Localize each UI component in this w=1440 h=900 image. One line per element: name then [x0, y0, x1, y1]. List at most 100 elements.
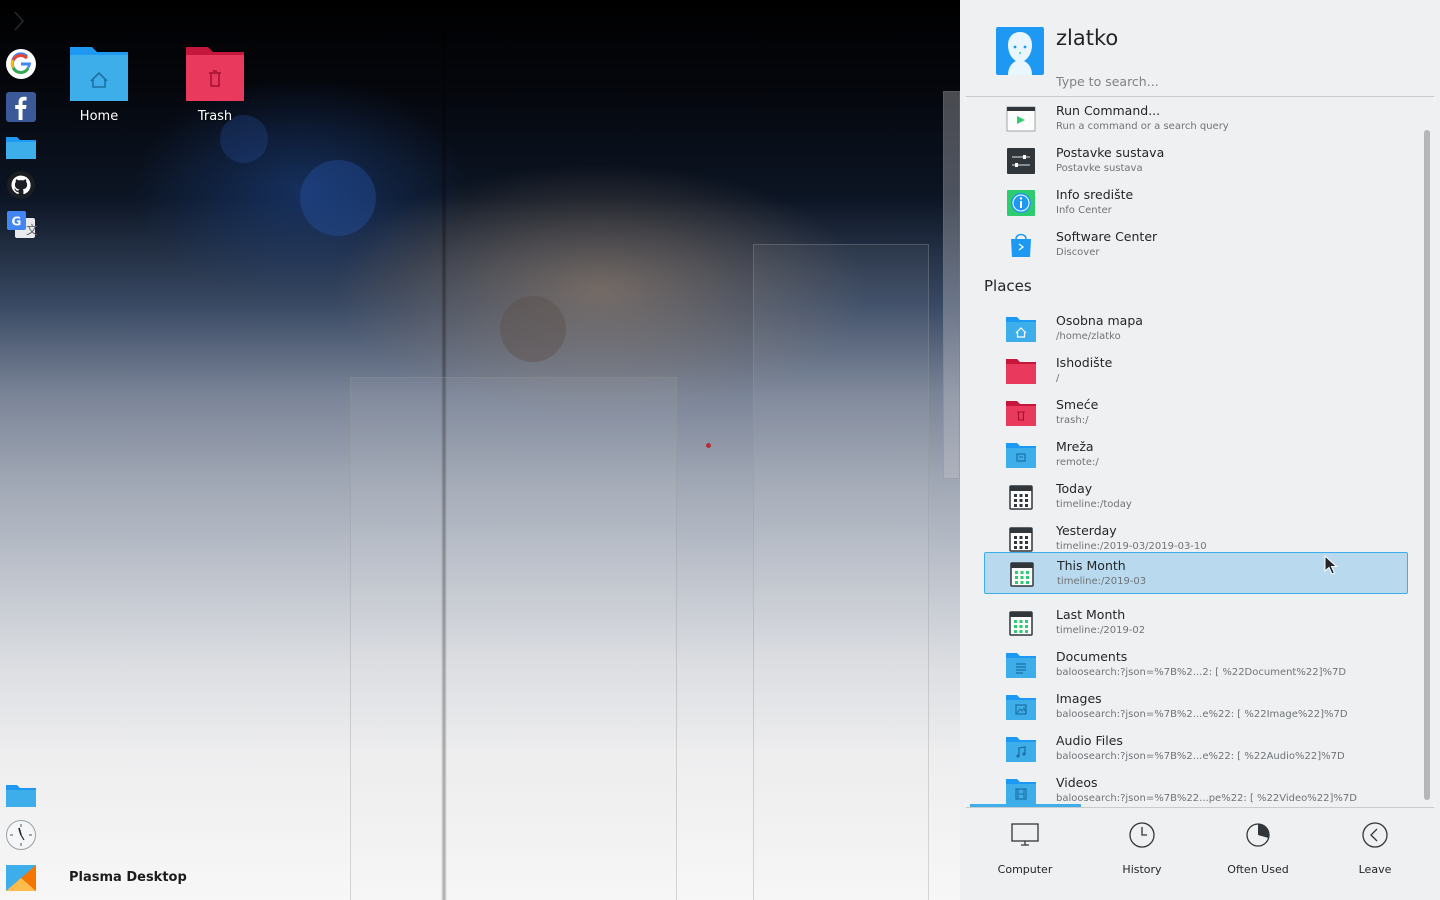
- system-settings-icon: [1006, 147, 1036, 175]
- trash-folder-icon: [1006, 399, 1036, 427]
- list-item[interactable]: Ishodište /: [984, 350, 1408, 392]
- list-item[interactable]: Last Month timeline:/2019-02: [984, 602, 1408, 644]
- list-item-selected[interactable]: This Month timeline:/2019-03: [984, 552, 1408, 594]
- item-subtitle: timeline:/2019-03: [1057, 576, 1147, 587]
- calendar-month-icon: [1007, 560, 1037, 588]
- plasma-icon[interactable]: [5, 862, 37, 894]
- info-center-icon: [1006, 189, 1036, 217]
- desktop-icon-trash[interactable]: Trash: [160, 45, 270, 124]
- google-icon[interactable]: [5, 48, 37, 80]
- avatar[interactable]: [996, 27, 1044, 75]
- left-dock: 文 G: [0, 0, 40, 900]
- clock-icon: [1129, 822, 1155, 848]
- folder-images-icon: [1006, 693, 1036, 721]
- item-subtitle: timeline:/today: [1056, 499, 1132, 510]
- tab-history[interactable]: History: [1087, 818, 1197, 878]
- header-divider: [966, 96, 1434, 97]
- desktop-icon-label: Home: [79, 109, 119, 124]
- item-subtitle: baloosearch:?json=%7B%2...e%22: [ %22Aud…: [1056, 751, 1345, 762]
- item-subtitle: remote:/: [1056, 457, 1099, 468]
- list-item[interactable]: Today timeline:/today: [984, 476, 1408, 518]
- list-item[interactable]: Documents baloosearch:?json=%7B%2...2: […: [984, 644, 1408, 686]
- item-title: Ishodište: [1056, 355, 1113, 370]
- calendar-icon: [1006, 525, 1036, 553]
- item-title: Osobna mapa: [1056, 313, 1143, 328]
- folder-documents-icon: [1006, 651, 1036, 679]
- item-title: Today: [1056, 481, 1093, 496]
- scrollbar[interactable]: [1424, 130, 1430, 800]
- item-title: Yesterday: [1056, 523, 1117, 538]
- trash-folder-icon: [186, 47, 244, 101]
- wallpaper-pillar: [943, 91, 960, 479]
- list-item[interactable]: Info središte Info Center: [984, 182, 1408, 224]
- tab-often-used[interactable]: Often Used: [1203, 818, 1313, 878]
- folder-home-icon: [1006, 315, 1036, 343]
- list-item[interactable]: Mreža remote:/: [984, 434, 1408, 476]
- wallpaper-pillar: [350, 377, 677, 900]
- google-translate-icon[interactable]: 文 G: [5, 209, 37, 241]
- item-title: Smeće: [1056, 397, 1099, 412]
- tab-label: History: [1122, 863, 1162, 876]
- wallpaper-bokeh: [300, 160, 376, 236]
- item-subtitle: Postavke sustava: [1056, 163, 1143, 174]
- github-icon[interactable]: [5, 169, 37, 201]
- clock-icon[interactable]: [5, 819, 37, 851]
- tab-label: Often Used: [1227, 863, 1289, 876]
- application-launcher: zlatko Run Command... Run a command or a…: [960, 0, 1440, 900]
- tab-label: Leave: [1358, 863, 1392, 876]
- user-name: zlatko: [1056, 26, 1119, 50]
- item-title: Videos: [1056, 775, 1098, 790]
- desktop-icon-home[interactable]: Home: [44, 45, 154, 124]
- facebook-icon[interactable]: [5, 91, 37, 123]
- item-title: Documents: [1056, 649, 1128, 664]
- folder-icon[interactable]: [5, 131, 37, 163]
- item-subtitle: baloosearch:?json=%7B%22...pe%22: [ %22V…: [1056, 793, 1357, 804]
- item-title: Images: [1056, 691, 1102, 706]
- list-item[interactable]: Smeće trash:/: [984, 392, 1408, 434]
- calendar-icon: [1006, 483, 1036, 511]
- list-item[interactable]: Postavke sustava Postavke sustava: [984, 140, 1408, 182]
- scrollbar-thumb[interactable]: [1424, 130, 1430, 800]
- tabbar-divider: [966, 807, 1434, 808]
- item-subtitle: baloosearch:?json=%7B%2...2: [ %22Docume…: [1056, 667, 1347, 678]
- wallpaper-dot: [706, 443, 711, 448]
- folder-music-icon: [1006, 735, 1036, 763]
- item-title: Postavke sustava: [1056, 145, 1165, 160]
- folder-home-icon: [70, 47, 128, 101]
- pie-chart-icon: [1246, 823, 1270, 847]
- wallpaper-bokeh: [500, 296, 566, 362]
- item-subtitle: /: [1056, 373, 1060, 384]
- list-item[interactable]: Images baloosearch:?json=%7B%2...e%22: […: [984, 686, 1408, 728]
- item-title: Audio Files: [1056, 733, 1123, 748]
- list-item[interactable]: Osobna mapa /home/zlatko: [984, 308, 1408, 350]
- item-subtitle: Info Center: [1056, 205, 1112, 216]
- svg-text:文: 文: [26, 222, 37, 237]
- item-title: Software Center: [1056, 229, 1158, 244]
- places-heading: Places: [984, 277, 1032, 295]
- tab-label: Computer: [997, 863, 1053, 876]
- list-item[interactable]: Run Command... Run a command or a search…: [984, 98, 1408, 140]
- svg-text:G: G: [12, 215, 22, 229]
- desktop-wallpaper[interactable]: [0, 0, 960, 900]
- tab-computer[interactable]: Computer: [970, 818, 1080, 878]
- folder-icon[interactable]: [5, 779, 37, 811]
- item-subtitle: Discover: [1056, 247, 1100, 258]
- item-subtitle: timeline:/2019-02: [1056, 625, 1146, 636]
- run-command-icon: [1006, 105, 1036, 133]
- wallpaper-pillar: [753, 244, 929, 900]
- network-folder-icon: [1006, 441, 1036, 469]
- item-subtitle: /home/zlatko: [1056, 331, 1121, 342]
- search-input[interactable]: [1056, 71, 1416, 91]
- activity-label: Plasma Desktop: [69, 870, 187, 885]
- item-subtitle: baloosearch:?json=%7B%2...e%22: [ %22Ima…: [1056, 709, 1348, 720]
- item-title: Info središte: [1056, 187, 1134, 202]
- item-subtitle: trash:/: [1056, 415, 1089, 426]
- item-title: This Month: [1057, 558, 1126, 573]
- chevron-right-icon[interactable]: [12, 10, 30, 32]
- item-title: Run Command...: [1056, 103, 1161, 118]
- list-item[interactable]: Software Center Discover: [984, 224, 1408, 266]
- tab-leave[interactable]: Leave: [1320, 818, 1430, 878]
- item-title: Last Month: [1056, 607, 1126, 622]
- mouse-cursor-icon: [1324, 555, 1338, 575]
- list-item[interactable]: Audio Files baloosearch:?json=%7B%2...e%…: [984, 728, 1408, 770]
